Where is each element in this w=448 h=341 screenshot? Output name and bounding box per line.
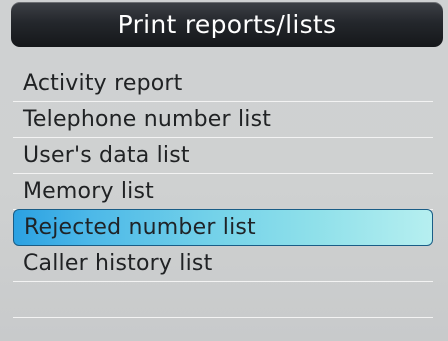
print-reports-screen: Print reports/lists Activity report Tele… bbox=[0, 0, 448, 341]
screen-title: Print reports/lists bbox=[11, 2, 443, 47]
menu-item-caller-history-list[interactable]: Caller history list bbox=[13, 246, 433, 282]
menu-item-activity-report[interactable]: Activity report bbox=[13, 66, 433, 102]
menu-item-empty-slot-2 bbox=[13, 318, 433, 341]
menu-item-memory-list[interactable]: Memory list bbox=[13, 174, 433, 210]
menu-item-telephone-number-list[interactable]: Telephone number list bbox=[13, 102, 433, 138]
menu-item-empty-slot-1 bbox=[13, 282, 433, 318]
menu-item-users-data-list[interactable]: User's data list bbox=[13, 138, 433, 174]
menu-item-rejected-number-list[interactable]: Rejected number list bbox=[13, 209, 433, 246]
reports-menu-list: Activity report Telephone number list Us… bbox=[13, 66, 433, 341]
